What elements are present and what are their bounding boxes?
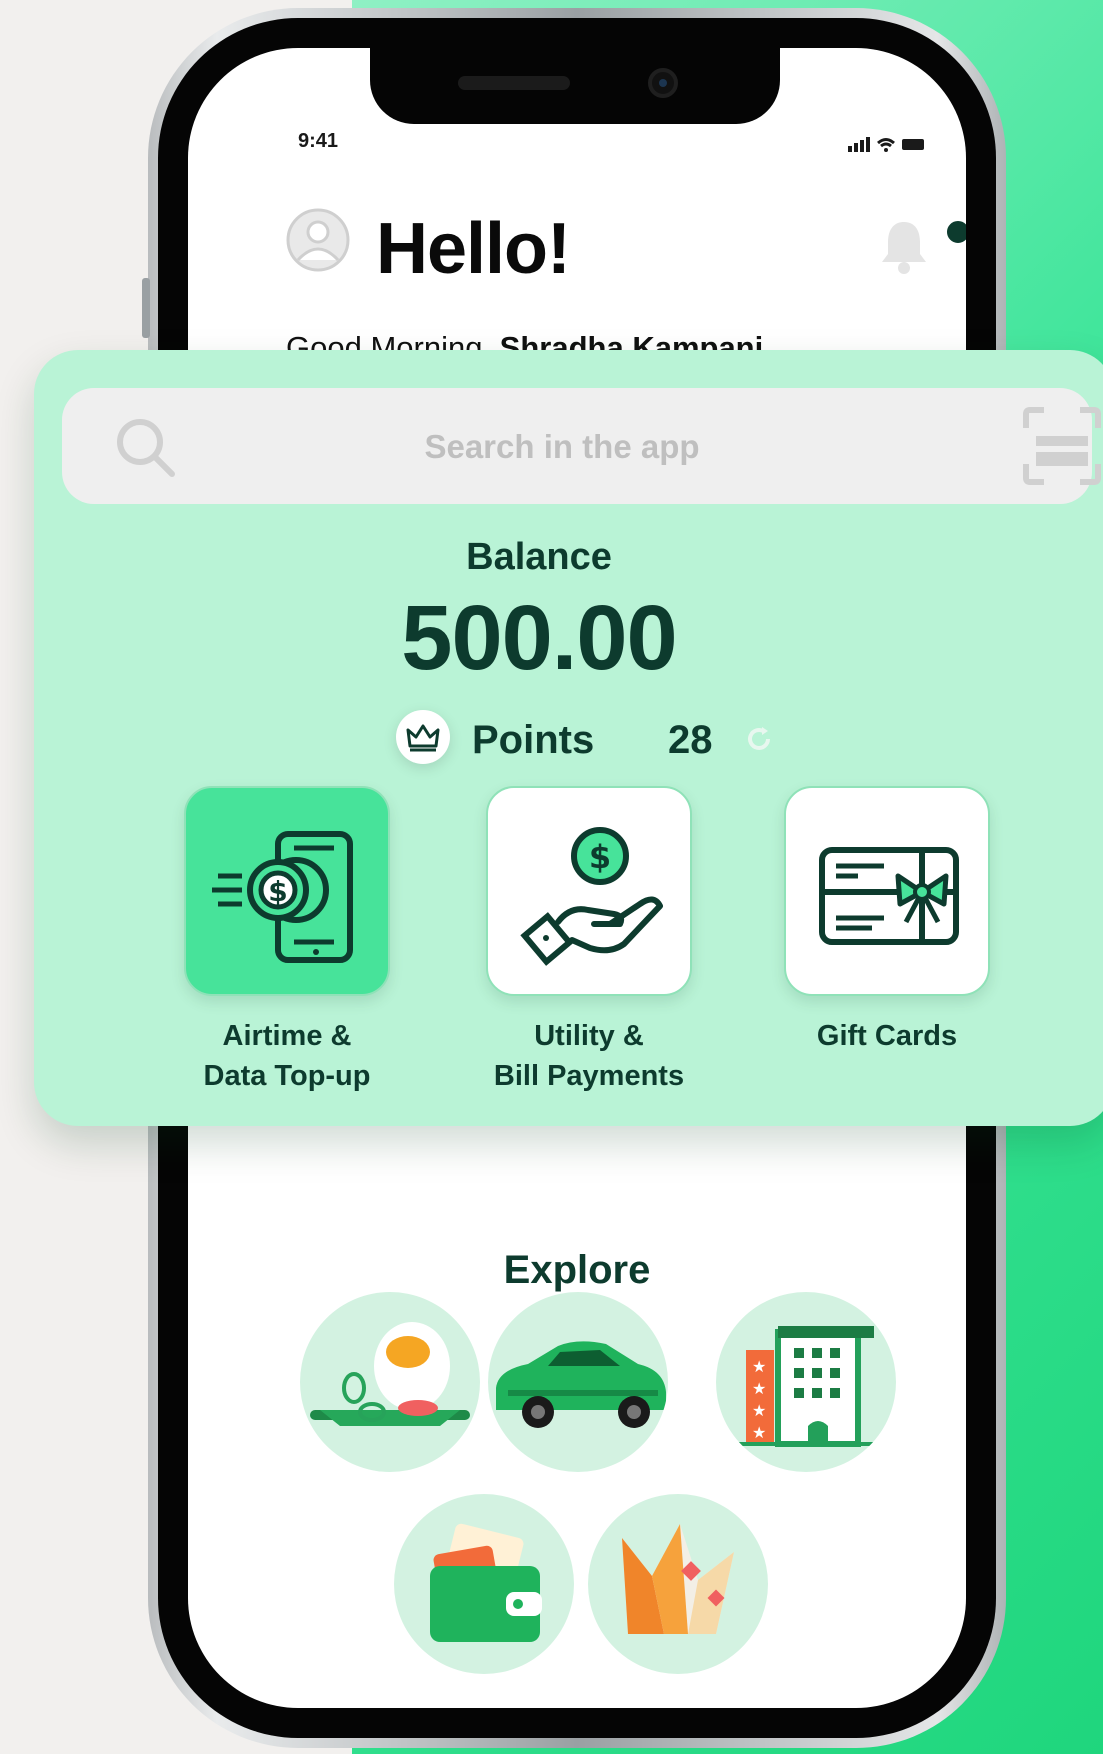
service-airtime[interactable]: $ Airtime & Data Top-up <box>184 786 390 1096</box>
status-icons <box>848 137 924 152</box>
explore-rewards[interactable] <box>588 1494 768 1674</box>
service-utility[interactable]: $ Utility & Bill Payments <box>486 786 692 1096</box>
scan-icon[interactable] <box>1022 406 1102 486</box>
notch <box>370 48 780 124</box>
service-tile[interactable]: $ <box>486 786 692 996</box>
service-label: Utility & Bill Payments <box>486 1016 692 1096</box>
hand-coin-icon: $ <box>520 827 663 966</box>
service-label: Gift Cards <box>784 1016 990 1056</box>
explore-wallet[interactable] <box>394 1494 574 1674</box>
balance-label: Balance <box>466 536 612 578</box>
points-label: Points <box>472 718 595 762</box>
points-value: 28 <box>668 718 713 762</box>
service-label: Airtime & Data Top-up <box>184 1016 390 1096</box>
food-icon <box>310 1322 470 1426</box>
front-camera <box>648 68 678 98</box>
car-icon <box>496 1341 666 1428</box>
speaker <box>458 76 570 90</box>
service-label-line2: Bill Payments <box>493 1060 685 1092</box>
explore-title: Explore <box>503 1248 651 1292</box>
svg-text:★: ★ <box>752 1423 766 1442</box>
side-button <box>142 278 150 338</box>
service-label-line2: Data Top-up <box>203 1060 371 1092</box>
hotel-icon: ★ ★ ★ ★ <box>736 1326 886 1447</box>
service-label-line1: Gift Cards <box>816 1020 958 1052</box>
refresh-icon[interactable] <box>744 724 774 754</box>
explore-ride[interactable] <box>488 1292 668 1472</box>
svg-text:$: $ <box>268 875 287 908</box>
search-bar[interactable]: Search in the app <box>62 388 1101 504</box>
status-time: 9:41 <box>298 130 339 152</box>
service-gift-cards[interactable]: Gift Cards <box>784 786 990 1056</box>
svg-text:★: ★ <box>752 1379 766 1398</box>
service-label-line1: Airtime & <box>222 1020 352 1052</box>
wallet-icon <box>430 1523 542 1642</box>
svg-text:$: $ <box>589 838 611 876</box>
balance-amount: 500.00 <box>401 587 677 689</box>
wallet-card: Search in the app Balance 500.00 Points … <box>34 350 1103 1126</box>
service-tile[interactable] <box>784 786 990 996</box>
crown-badge <box>396 710 450 764</box>
crown-icon <box>406 724 440 752</box>
points-row: Points 28 <box>396 710 796 766</box>
gift-card-icon <box>819 847 959 945</box>
explore-food[interactable] <box>300 1292 480 1472</box>
bell-icon[interactable] <box>878 216 930 276</box>
svg-text:★: ★ <box>752 1401 766 1420</box>
service-label-line1: Utility & <box>534 1020 644 1052</box>
page-title: Hello! <box>376 209 571 289</box>
search-input[interactable]: Search in the app <box>62 428 1092 466</box>
explore-hotels[interactable]: ★ ★ ★ ★ <box>716 1292 896 1472</box>
svg-text:★: ★ <box>752 1357 766 1376</box>
rewards-crown-icon <box>622 1524 734 1634</box>
notification-dot <box>944 218 966 246</box>
phone-coin-icon: $ <box>212 831 353 963</box>
service-tile[interactable]: $ <box>184 786 390 996</box>
avatar-icon[interactable] <box>286 208 350 272</box>
